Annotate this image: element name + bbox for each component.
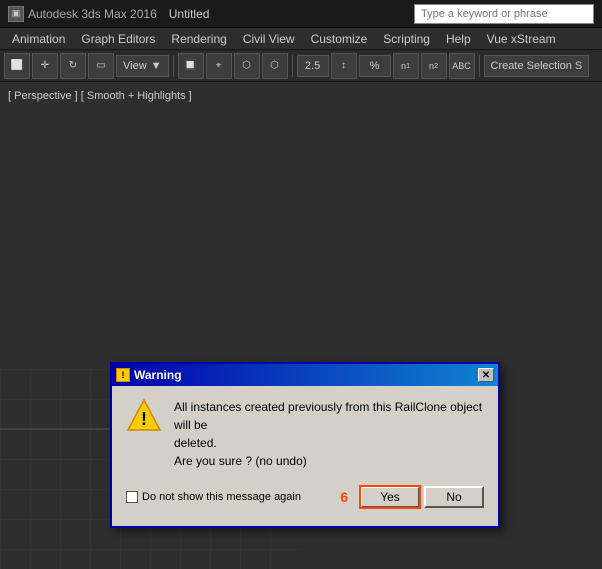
toolbar-percent-snap-btn[interactable]: ⬡ — [234, 53, 260, 79]
menu-vue-xstream[interactable]: Vue xStream — [479, 30, 564, 48]
toolbar-view-dropdown[interactable]: View ▼ — [116, 55, 169, 77]
toolbar-rotate-btn[interactable]: ↻ — [60, 53, 86, 79]
title-bar-left: ▣ Autodesk 3ds Max 2016 Untitled — [8, 6, 217, 22]
toolbar-arrow-btn[interactable]: ↕ — [331, 53, 357, 79]
dialog-title: Warning — [134, 368, 474, 382]
toolbar-n2-btn[interactable]: n2 — [421, 53, 447, 79]
title-bar: ▣ Autodesk 3ds Max 2016 Untitled — [0, 0, 602, 28]
dialog-message-line1: All instances created previously from th… — [174, 400, 482, 468]
search-input[interactable] — [421, 8, 587, 20]
toolbar-spinner-snap-btn[interactable]: ⬡ — [262, 53, 288, 79]
menu-bar: Animation Graph Editors Rendering Civil … — [0, 28, 602, 50]
no-button[interactable]: No — [424, 486, 484, 508]
menu-rendering[interactable]: Rendering — [163, 30, 234, 48]
toolbar-create-selection-btn[interactable]: Create Selection S — [484, 55, 590, 77]
yes-button[interactable]: Yes — [360, 486, 420, 508]
menu-animation[interactable]: Animation — [4, 30, 73, 48]
menu-help[interactable]: Help — [438, 30, 479, 48]
toolbar-separator-2 — [292, 55, 293, 77]
app-icon: ▣ — [8, 6, 24, 22]
checkbox-label: Do not show this message again — [142, 491, 301, 503]
dialog-message: All instances created previously from th… — [174, 398, 484, 470]
dropdown-arrow-icon: ▼ — [151, 60, 162, 72]
svg-text:!: ! — [141, 409, 147, 429]
menu-civil-view[interactable]: Civil View — [235, 30, 303, 48]
app-name: Autodesk 3ds Max 2016 — [28, 7, 157, 21]
toolbar-num-value[interactable]: 2.5 — [297, 55, 329, 77]
menu-customize[interactable]: Customize — [303, 30, 376, 48]
toolbar-select-btn[interactable]: ⬜ — [4, 53, 30, 79]
toolbar: ⬜ ✛ ↻ ▭ View ▼ 🔲 ⌖ ⬡ ⬡ 2.5 ↕ % n1 n2 ABC… — [0, 50, 602, 82]
menu-graph-editors[interactable]: Graph Editors — [73, 30, 163, 48]
toolbar-move-btn[interactable]: ✛ — [32, 53, 58, 79]
toolbar-angle-snap-btn[interactable]: ⌖ — [206, 53, 232, 79]
dialog-title-icon: ! — [116, 368, 130, 382]
dialog-footer: Do not show this message again 6 Yes No — [126, 482, 484, 514]
toolbar-percent[interactable]: % — [359, 55, 391, 77]
menu-scripting[interactable]: Scripting — [375, 30, 438, 48]
viewport: [ Perspective ] [ Smooth + Highlights ] … — [0, 82, 602, 569]
warning-dialog: ! Warning ✕ ! All instances created prev… — [110, 362, 500, 528]
do-not-show-checkbox[interactable] — [126, 491, 138, 503]
search-box[interactable] — [414, 4, 594, 24]
toolbar-view-label: View — [123, 60, 147, 72]
warning-icon: ! — [126, 398, 162, 434]
document-name: Untitled — [169, 7, 210, 21]
dialog-number: 6 — [340, 489, 348, 505]
toolbar-n1-btn[interactable]: n1 — [393, 53, 419, 79]
toolbar-scale-btn[interactable]: ▭ — [88, 53, 114, 79]
toolbar-snap-btn[interactable]: 🔲 — [178, 53, 204, 79]
toolbar-abc-btn[interactable]: ABC — [449, 53, 475, 79]
toolbar-separator-3 — [479, 55, 480, 77]
dialog-content: ! All instances created previously from … — [126, 398, 484, 470]
dialog-titlebar: ! Warning ✕ — [112, 364, 498, 386]
dialog-close-button[interactable]: ✕ — [478, 368, 494, 382]
checkbox-area: Do not show this message again — [126, 491, 340, 503]
toolbar-separator-1 — [173, 55, 174, 77]
dialog-body: ! All instances created previously from … — [112, 386, 498, 526]
viewport-label: [ Perspective ] [ Smooth + Highlights ] — [8, 90, 192, 102]
